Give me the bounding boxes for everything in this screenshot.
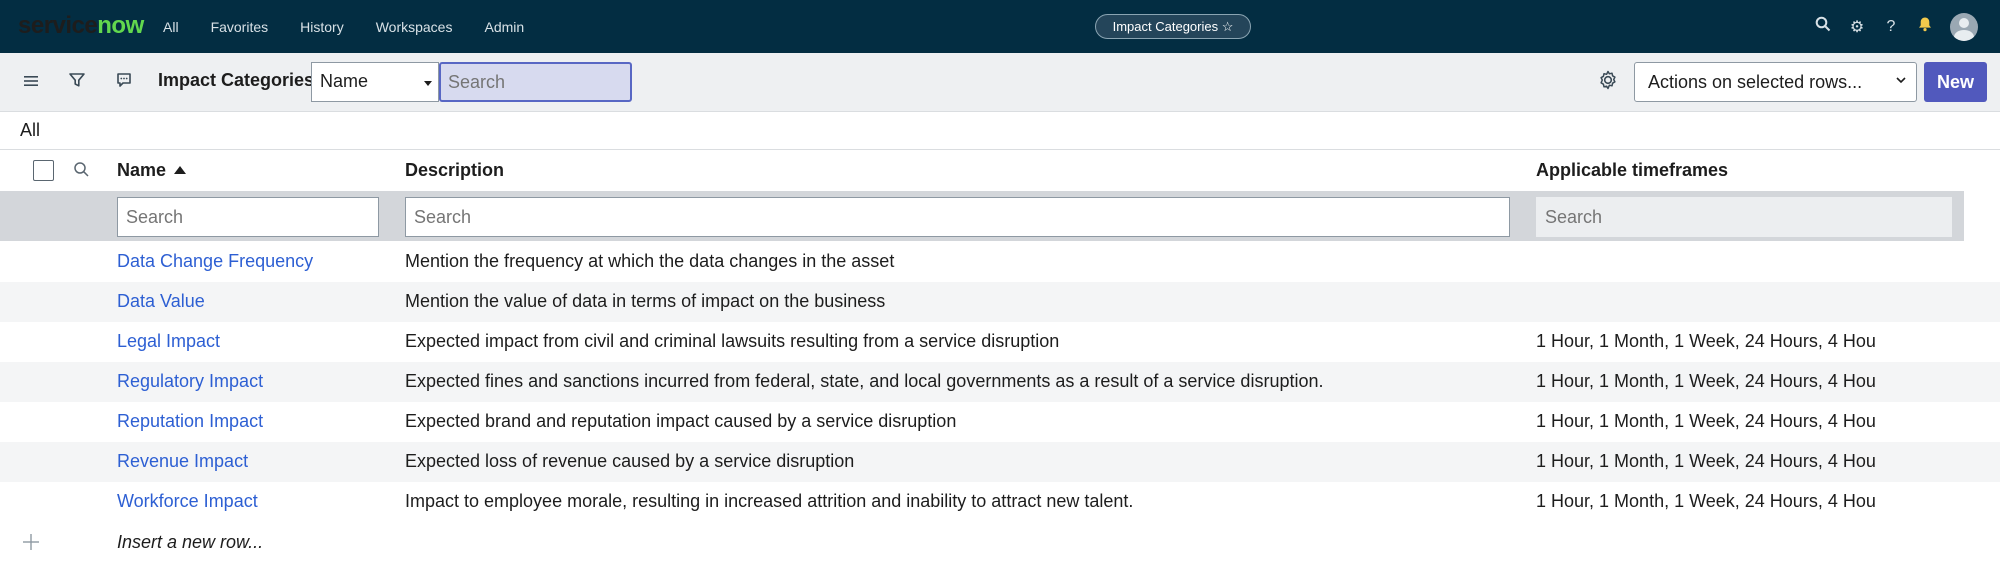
plus-icon[interactable] <box>22 530 40 558</box>
logo-now-text: now <box>97 12 144 39</box>
actions-on-selected-rows-select[interactable]: Actions on selected rows... <box>1634 62 1917 102</box>
record-description: Mention the frequency at which the data … <box>405 251 895 271</box>
table-row: Data Value Mention the value of data in … <box>0 282 2000 322</box>
context-title-pill[interactable]: Impact Categories ☆ <box>1095 14 1251 39</box>
record-description: Impact to employee morale, resulting in … <box>405 491 1134 511</box>
nav-item-all[interactable]: All <box>163 19 179 35</box>
list-settings-gear-icon[interactable] <box>1597 69 1619 91</box>
column-header-name-label: Name <box>117 160 167 180</box>
record-timeframes: 1 Hour, 1 Month, 1 Week, 24 Hours, 4 Hou <box>1536 371 1876 391</box>
column-header-timeframes[interactable]: Applicable timeframes <box>1536 160 1728 181</box>
gear-icon[interactable]: ⚙ <box>1848 17 1866 37</box>
record-description: Expected brand and reputation impact cau… <box>405 411 957 431</box>
column-header-name[interactable]: Name <box>117 160 187 181</box>
top-utility-icons: ⚙ ? <box>1798 0 1978 53</box>
nav-item-history[interactable]: History <box>300 19 344 35</box>
name-column-search-input[interactable] <box>117 197 379 237</box>
help-icon[interactable]: ? <box>1882 18 1900 36</box>
record-name-link[interactable]: Data Change Frequency <box>117 251 313 272</box>
description-column-search-input[interactable] <box>405 197 1510 237</box>
record-name-link[interactable]: Revenue Impact <box>117 451 248 472</box>
notifications-bell-icon[interactable] <box>1916 16 1934 37</box>
breadcrumb-all[interactable]: All <box>20 120 40 141</box>
global-search-icon[interactable] <box>1814 16 1832 37</box>
search-field-select-value: Name <box>320 71 369 91</box>
nav-item-admin[interactable]: Admin <box>484 19 524 35</box>
filter-funnel-icon[interactable] <box>66 71 88 93</box>
table-row: Legal Impact Expected impact from civil … <box>0 322 2000 362</box>
list-toolbar: Impact Categories Name Actions on select… <box>0 53 2000 112</box>
table-row: Revenue Impact Expected loss of revenue … <box>0 442 2000 482</box>
nav-item-favorites[interactable]: Favorites <box>211 19 269 35</box>
sort-ascending-icon <box>174 166 187 174</box>
table-row: Reputation Impact Expected brand and rep… <box>0 402 2000 442</box>
list-search-input[interactable] <box>439 62 632 102</box>
timeframes-column-search-input[interactable] <box>1536 197 1952 237</box>
record-description: Expected impact from civil and criminal … <box>405 331 1060 351</box>
insert-new-row-link[interactable]: Insert a new row... <box>117 532 263 553</box>
insert-row: Insert a new row... <box>0 522 2000 562</box>
record-description: Expected loss of revenue caused by a ser… <box>405 451 855 471</box>
table-row: Regulatory Impact Expected fines and san… <box>0 362 2000 402</box>
breadcrumb-bar: All <box>0 112 2000 150</box>
servicenow-logo[interactable]: servicenow <box>18 12 144 40</box>
record-timeframes: 1 Hour, 1 Month, 1 Week, 24 Hours, 4 Hou <box>1536 331 1876 351</box>
top-nav-menu: All Favorites History Workspaces Admin <box>163 0 556 53</box>
table-row: Workforce Impact Impact to employee mora… <box>0 482 2000 522</box>
chevron-down-icon <box>1895 74 1907 89</box>
nav-item-workspaces[interactable]: Workspaces <box>376 19 453 35</box>
top-navigation-bar: servicenow All Favorites History Workspa… <box>0 0 2000 53</box>
logo-service-text: service <box>18 12 98 39</box>
new-record-button[interactable]: New <box>1924 62 1987 102</box>
record-name-link[interactable]: Reputation Impact <box>117 411 263 432</box>
record-timeframes: 1 Hour, 1 Month, 1 Week, 24 Hours, 4 Hou <box>1536 411 1876 431</box>
search-field-select[interactable]: Name <box>311 62 439 102</box>
record-description: Expected fines and sanctions incurred fr… <box>405 371 1324 391</box>
hamburger-menu-icon[interactable] <box>20 71 42 93</box>
table-row: Data Change Frequency Mention the freque… <box>0 242 2000 282</box>
record-name-link[interactable]: Legal Impact <box>117 331 220 352</box>
record-description: Mention the value of data in terms of im… <box>405 291 886 311</box>
column-search-icon[interactable] <box>73 161 90 178</box>
actions-select-value: Actions on selected rows... <box>1648 72 1863 92</box>
record-name-link[interactable]: Regulatory Impact <box>117 371 263 392</box>
record-timeframes: 1 Hour, 1 Month, 1 Week, 24 Hours, 4 Hou <box>1536 491 1876 511</box>
user-avatar[interactable] <box>1950 12 1978 41</box>
select-all-checkbox[interactable] <box>33 160 54 181</box>
record-name-link[interactable]: Workforce Impact <box>117 491 258 512</box>
record-name-link[interactable]: Data Value <box>117 291 205 312</box>
list-comment-icon[interactable] <box>113 71 135 93</box>
column-header-description[interactable]: Description <box>405 160 504 181</box>
record-timeframes: 1 Hour, 1 Month, 1 Week, 24 Hours, 4 Hou <box>1536 451 1876 471</box>
caret-down-icon <box>424 81 432 86</box>
page-title: Impact Categories <box>158 70 315 90</box>
